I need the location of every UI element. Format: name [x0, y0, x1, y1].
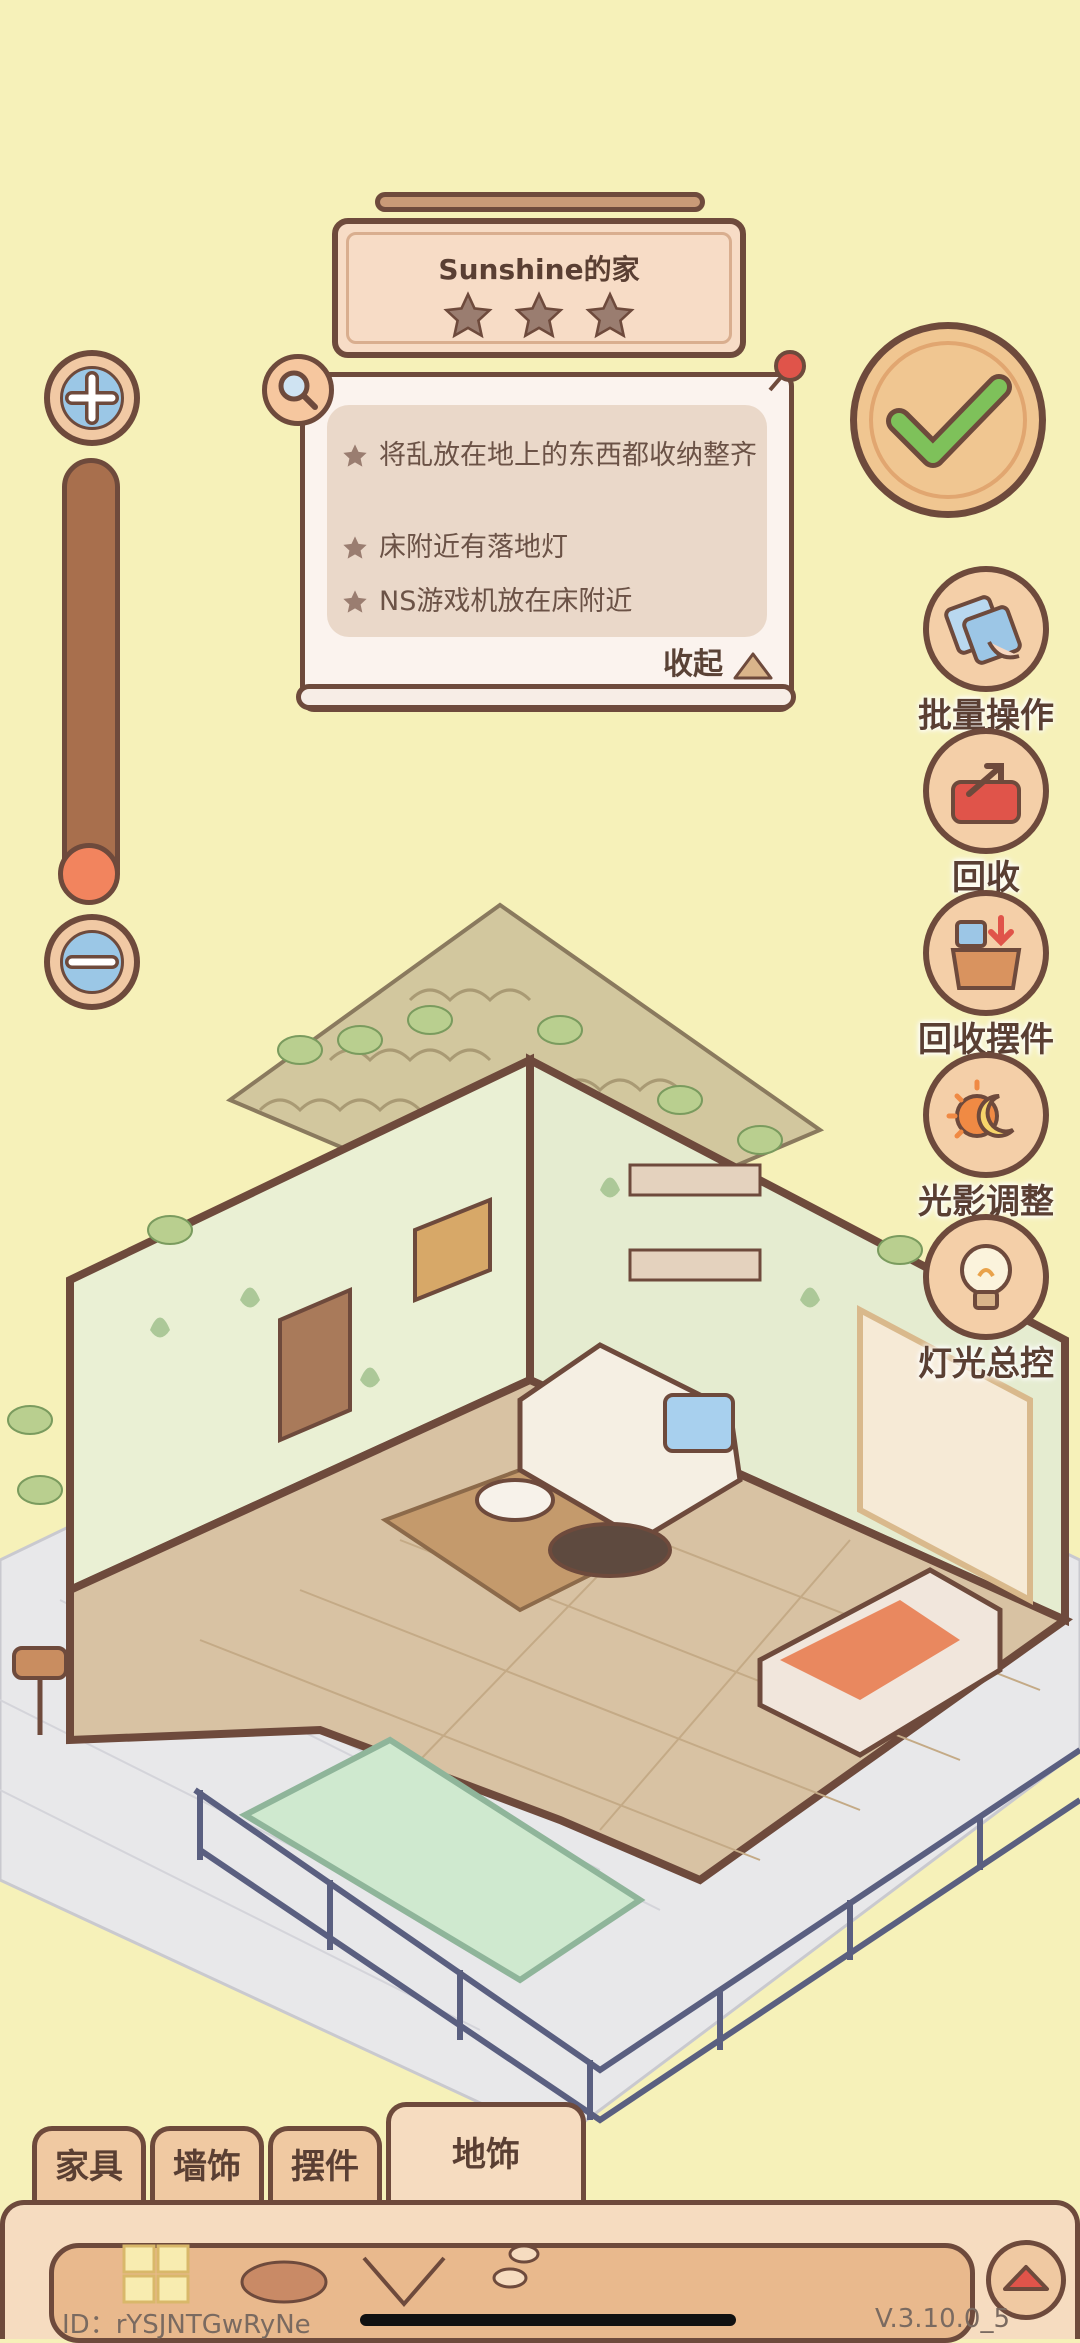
task-list: 将乱放在地上的东西都收纳整齐 床附近有落地灯 NS游戏机放在床附近 — [327, 405, 767, 637]
collapse-label: 收起 — [663, 647, 723, 682]
tab-furniture[interactable]: 家具 — [32, 2126, 146, 2206]
lightbulb-icon — [960, 1244, 1012, 1310]
grid-icon[interactable] — [116, 2242, 196, 2304]
stones-icon[interactable] — [484, 2238, 564, 2298]
scroll-rod — [296, 684, 796, 710]
recycle-ornaments-button[interactable]: 回收摆件 — [906, 890, 1066, 1061]
triangle-up-icon — [733, 652, 773, 679]
tab-wall-decor[interactable]: 墙饰 — [150, 2126, 264, 2206]
recycle-button[interactable]: 回收 — [906, 728, 1066, 899]
minus-icon — [65, 955, 119, 969]
zoom-slider-knob[interactable] — [58, 843, 120, 905]
checkmark-icon — [886, 374, 1012, 468]
task-item: NS游戏机放在床附近 — [341, 585, 759, 619]
light-master-label: 灯光总控 — [918, 1344, 1054, 1384]
task-text: 将乱放在地上的东西都收纳整齐 — [379, 440, 757, 471]
star-icon — [343, 590, 367, 613]
star-icon — [343, 444, 367, 467]
multi-select-icon — [944, 595, 1022, 665]
version-label: V.3.10.0_5 — [875, 2304, 1010, 2334]
star-icon — [514, 291, 564, 339]
pin-icon — [768, 350, 806, 392]
zoom-out-button[interactable] — [44, 914, 140, 1010]
tab-floor-decor[interactable]: 地饰 — [386, 2102, 586, 2206]
task-list-panel: 将乱放在地上的东西都收纳整齐 床附近有落地灯 NS游戏机放在床附近 收起 — [300, 372, 794, 712]
collapse-button[interactable]: 收起 — [663, 639, 775, 683]
sun-moon-icon — [946, 1079, 1015, 1139]
task-item: 床附近有落地灯 — [341, 531, 759, 565]
search-button[interactable] — [262, 354, 334, 426]
star-icon — [343, 536, 367, 559]
tab-ornaments[interactable]: 摆件 — [268, 2126, 382, 2206]
light-master-button[interactable]: 灯光总控 — [906, 1214, 1066, 1385]
path-icon[interactable] — [354, 2248, 454, 2308]
title-rod — [375, 192, 705, 212]
player-id: ID：rYSJNTGwRyNe — [62, 2310, 311, 2340]
home-indicator[interactable] — [360, 2314, 736, 2326]
home-title: Sunshine的家 — [438, 253, 640, 286]
magnifier-icon — [278, 370, 318, 410]
star-icon — [443, 291, 493, 339]
star-icon — [585, 291, 635, 339]
task-text: NS游戏机放在床附近 — [379, 586, 633, 617]
light-shadow-button[interactable]: 光影调整 — [906, 1052, 1066, 1223]
batch-operation-button[interactable]: 批量操作 — [906, 566, 1066, 737]
rating-stars — [338, 290, 740, 346]
zoom-in-button[interactable] — [44, 350, 140, 446]
zoom-slider[interactable] — [62, 458, 120, 898]
task-item: 将乱放在地上的东西都收纳整齐 — [341, 439, 759, 473]
confirm-button[interactable] — [850, 322, 1046, 518]
task-text: 床附近有落地灯 — [379, 532, 568, 563]
home-title-board: Sunshine的家 — [332, 218, 746, 358]
box-icon — [950, 915, 1022, 990]
recycle-tray-icon — [951, 763, 1021, 824]
plus-icon — [65, 371, 119, 425]
rug-icon[interactable] — [234, 2248, 334, 2308]
